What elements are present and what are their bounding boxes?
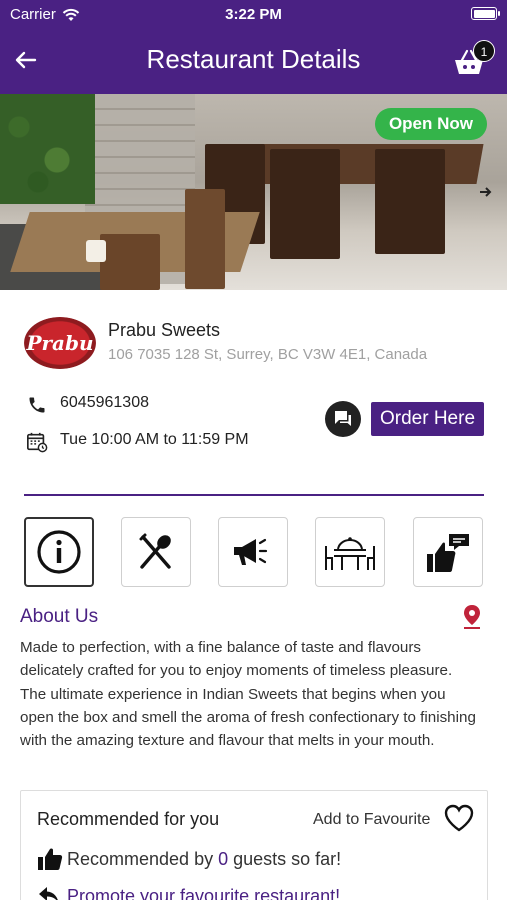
logo-text: Prabu (26, 331, 94, 355)
announcement-icon (234, 538, 268, 565)
chat-button[interactable] (325, 401, 361, 437)
restaurant-photo: Open Now (0, 94, 507, 290)
menu-icon (139, 533, 171, 569)
recommendation-count: 0 (218, 849, 229, 869)
thumbs-up-icon (38, 848, 63, 870)
cart-button[interactable]: 1 (453, 40, 495, 78)
about-us-heading: About Us (20, 606, 99, 627)
nav-bar: Restaurant Details 1 (0, 38, 507, 82)
status-bar: Carrier 3:22 PM (0, 4, 507, 24)
order-here-button[interactable]: Order Here (371, 402, 484, 436)
tab-about[interactable] (24, 517, 94, 587)
recommended-suffix: guests so far! (228, 849, 342, 869)
phone-number[interactable]: 6045961308 (60, 394, 149, 412)
location-pin-icon[interactable] (462, 604, 482, 630)
review-icon (427, 534, 469, 572)
restaurant-address: 106 7035 128 St, Surrey, BC V3W 4E1, Can… (108, 346, 428, 363)
open-status-badge: Open Now (374, 108, 487, 140)
recommended-prefix: Recommended by (67, 849, 219, 869)
opening-hours: Tue 10:00 AM to 11:59 PM (60, 431, 249, 448)
heart-icon[interactable] (443, 803, 475, 833)
calendar-icon (27, 432, 48, 453)
page-title: Restaurant Details (146, 44, 361, 74)
recommended-heading: Recommended for you (37, 809, 220, 829)
promote-restaurant-link[interactable]: Promote your favourite restaurant! (67, 886, 340, 900)
about-us-text: Made to perfection, with a fine balance … (20, 639, 476, 750)
tab-menu[interactable] (121, 517, 191, 587)
share-arrow-icon (39, 887, 58, 900)
dining-icon (325, 537, 375, 570)
phone-icon (29, 397, 45, 413)
cart-count-badge: 1 (473, 40, 495, 62)
tab-announcements[interactable] (218, 517, 288, 587)
battery-icon (471, 7, 500, 20)
recommendation-card: Recommended for you Add to Favourite Rec… (20, 790, 488, 900)
next-photo-icon[interactable] (477, 184, 493, 200)
tab-reviews[interactable] (413, 517, 483, 587)
restaurant-logo: Prabu (24, 317, 96, 369)
section-divider (24, 494, 484, 496)
status-time: 3:22 PM (225, 6, 282, 23)
restaurant-name: Prabu Sweets (108, 320, 221, 340)
tab-dining[interactable] (315, 517, 385, 587)
app-header: Carrier 3:22 PM Restaurant Details 1 (0, 0, 507, 94)
info-icon (37, 530, 81, 574)
add-favourite-label[interactable]: Add to Favourite (313, 811, 430, 829)
recommendation-count-line: Recommended by 0 guests so far! (67, 849, 341, 870)
chat-icon (335, 411, 351, 426)
